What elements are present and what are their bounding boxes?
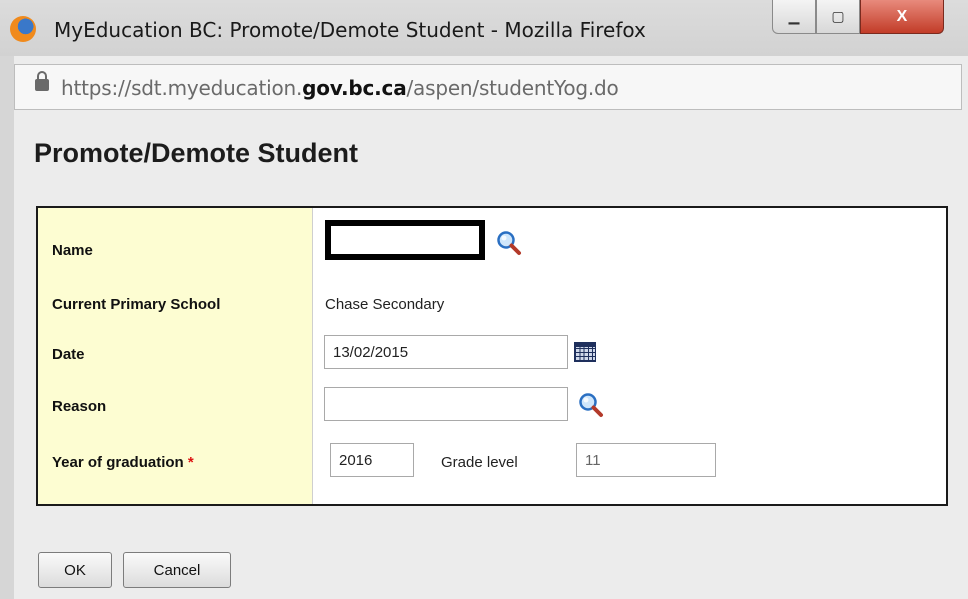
window-title: MyEducation BC: Promote/Demote Student -… [54,18,646,42]
student-form: Name Current Primary School Chase Second… [36,206,948,506]
yog-label: Year of graduation * [52,454,194,471]
url-prefix: https://sdt.myeducation. [61,76,303,100]
lock-icon [35,71,49,91]
window-controls: ▁ ▢ X [772,0,944,36]
url-text: https://sdt.myeducation.gov.bc.ca/aspen/… [61,76,619,100]
page-title: Promote/Demote Student [34,138,359,168]
yog-input[interactable]: 2016 [330,443,414,477]
address-bar[interactable]: https://sdt.myeducation.gov.bc.ca/aspen/… [14,64,962,110]
window-left-edge [0,56,14,599]
url-path: /aspen/studentYog.do [406,76,619,100]
required-indicator: * [187,454,194,471]
minimize-button[interactable]: ▁ [772,0,816,34]
school-label: Current Primary School [52,296,221,313]
name-label: Name [52,242,93,259]
grade-label: Grade level [441,454,518,471]
name-lookup-magnifier-icon[interactable] [496,230,522,256]
redaction-inner [331,226,479,254]
reason-input[interactable] [324,387,568,421]
window-titlebar: MyEducation BC: Promote/Demote Student -… [0,0,968,56]
cancel-button[interactable]: Cancel [123,552,231,588]
yog-label-text: Year of graduation [52,454,184,471]
date-input[interactable]: 13/02/2015 [324,335,568,369]
reason-label: Reason [52,398,107,415]
school-value: Chase Secondary [325,296,445,313]
url-domain: gov.bc.ca [302,76,407,100]
name-redacted-field [325,220,485,260]
date-label: Date [52,346,85,363]
close-button[interactable]: X [860,0,944,34]
calendar-icon[interactable] [574,342,596,362]
dialog-page: Promote/Demote Student Name Current Prim… [14,112,968,599]
maximize-button[interactable]: ▢ [816,0,860,34]
firefox-icon [10,16,36,42]
ok-button[interactable]: OK [38,552,112,588]
reason-lookup-magnifier-icon[interactable] [578,392,604,418]
grade-level-field: 11 [576,443,716,477]
